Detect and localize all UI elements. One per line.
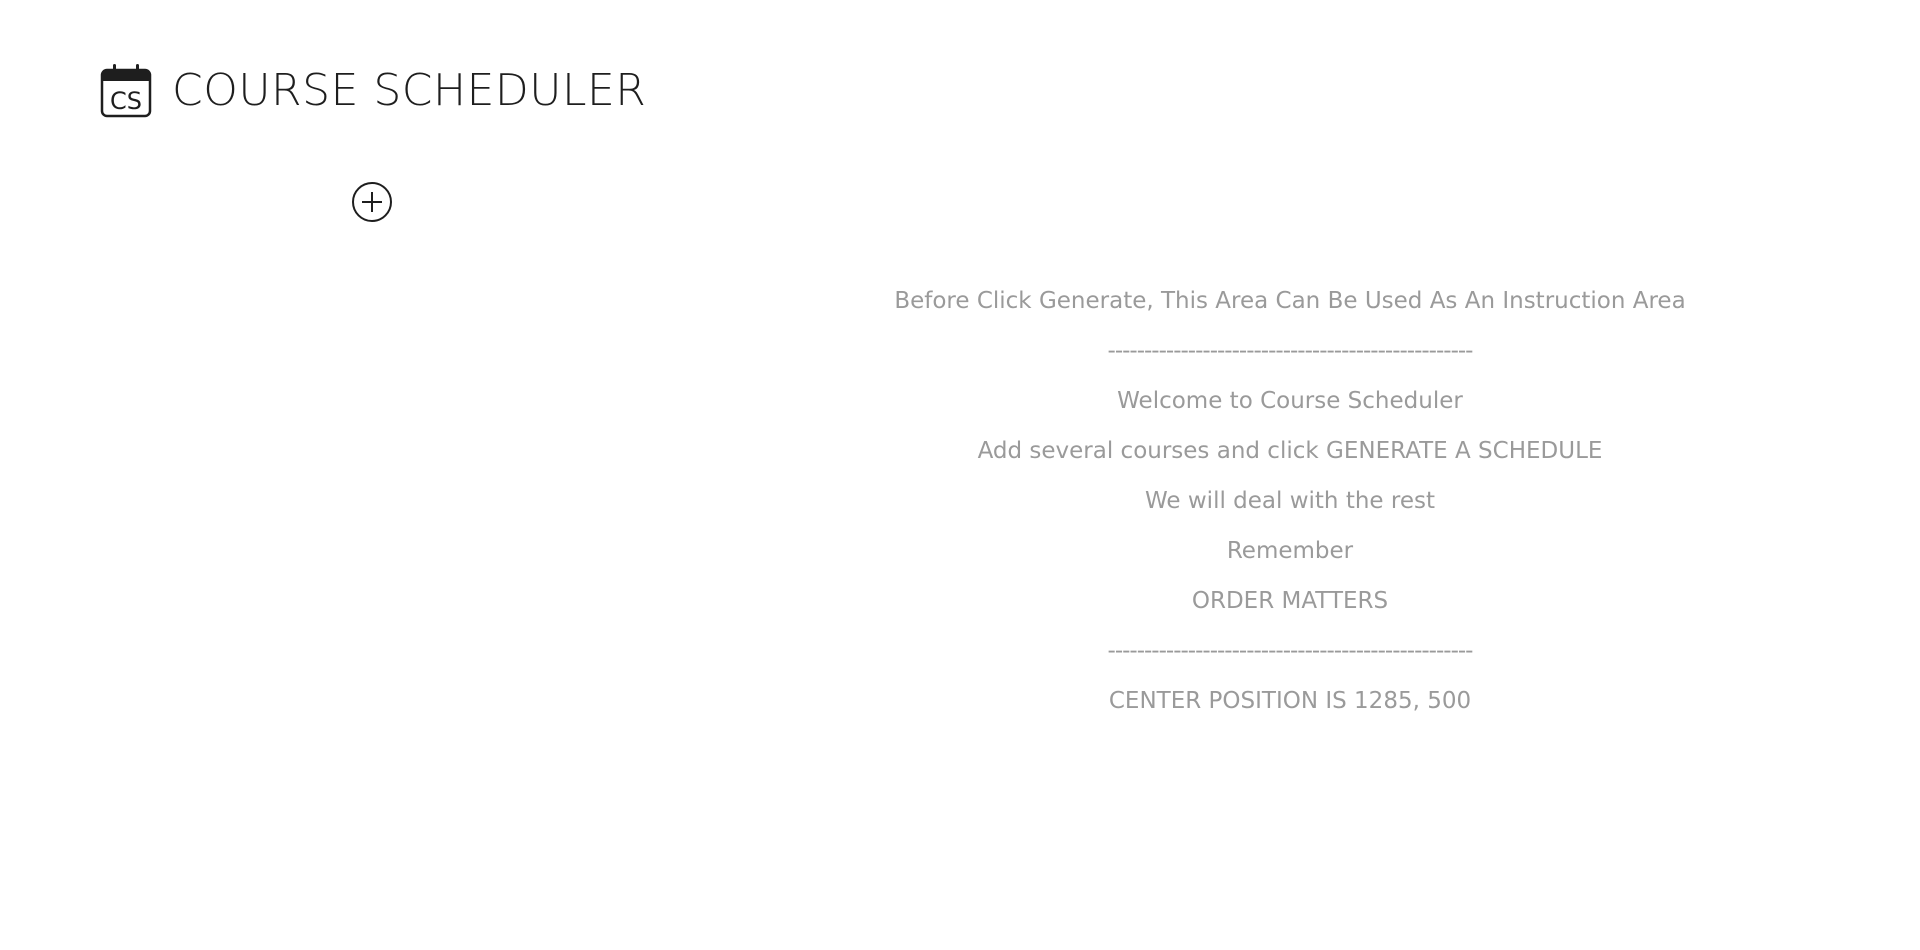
instruction-step: Add several courses and click GENERATE A… [977,438,1603,464]
order-matters-text: ORDER MATTERS [1191,588,1389,614]
remember-text: Remember [1226,538,1354,564]
divider-bottom: ----------------------------------------… [1107,638,1474,664]
plus-circle-icon [352,182,392,222]
app-header: CS COURSE SCHEDULER [100,64,646,118]
welcome-text: Welcome to Course Scheduler [1117,388,1463,414]
center-position-text: CENTER POSITION IS 1285, 500 [1108,688,1472,714]
logo-text: CS [110,87,142,115]
instruction-heading: Before Click Generate, This Area Can Be … [894,288,1686,314]
page: CS COURSE SCHEDULER Before Click Generat… [0,0,1920,950]
instruction-rest: We will deal with the rest [1145,488,1435,514]
divider: ----------------------------------------… [1107,338,1474,364]
add-course-button[interactable] [351,181,393,223]
app-title: COURSE SCHEDULER [172,65,647,116]
calendar-icon: CS [100,64,152,118]
instruction-area: Before Click Generate, This Area Can Be … [890,280,1690,730]
